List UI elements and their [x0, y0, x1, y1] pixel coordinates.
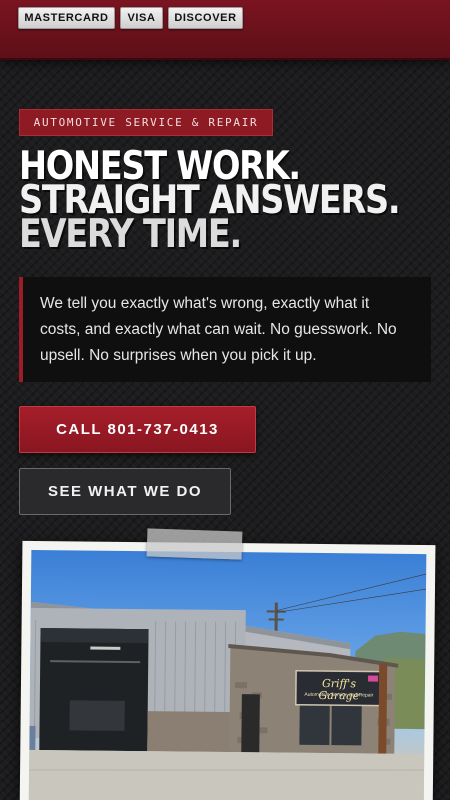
- garage-building-illustration: [28, 573, 427, 800]
- discover-badge: DISCOVER: [168, 7, 243, 29]
- hero-headline: HONEST WORK. STRAIGHT ANSWERS. EVERY TIM…: [19, 147, 401, 257]
- shop-photo-frame: Griff's Garage Automotive Service and Re…: [19, 540, 436, 800]
- mastercard-badge: MASTERCARD: [18, 7, 115, 29]
- callout-text: We tell you exactly what's wrong, exactl…: [40, 295, 397, 364]
- section-eyebrow: AUTOMOTIVE SERVICE & REPAIR: [19, 109, 273, 136]
- hero-callout: We tell you exactly what's wrong, exactl…: [19, 277, 431, 382]
- visa-badge: VISA: [120, 7, 163, 29]
- headline-line-3: EVERY TIME.: [19, 212, 242, 257]
- call-button[interactable]: CALL 801-737-0413: [19, 406, 256, 453]
- top-bar: MASTERCARD VISA DISCOVER: [0, 0, 450, 60]
- shop-sign-name: Griff's Garage: [318, 676, 360, 703]
- tape-decoration: [146, 528, 243, 560]
- shop-sign-subtitle: Automotive Service and Repair: [304, 691, 374, 699]
- see-services-button[interactable]: SEE WHAT WE DO: [19, 468, 231, 515]
- shop-photo: Griff's Garage Automotive Service and Re…: [28, 549, 427, 800]
